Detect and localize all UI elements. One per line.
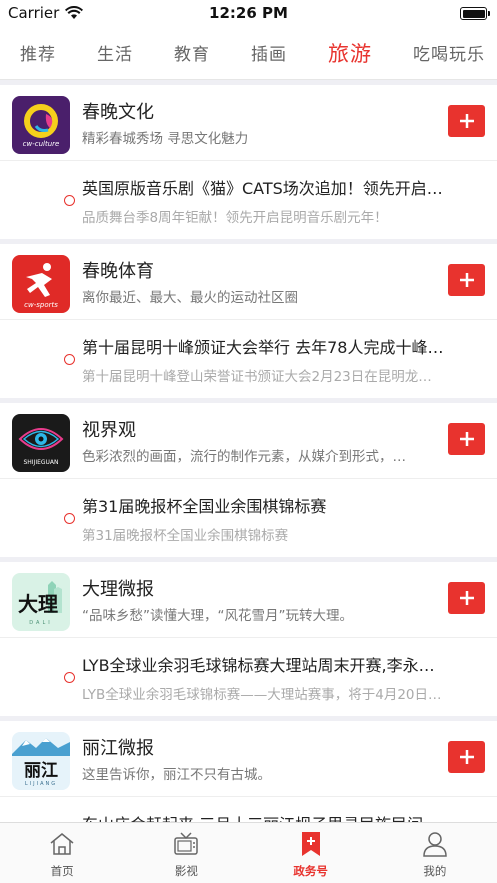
- account-desc: 这里告诉你，丽江不只有古城。: [82, 767, 271, 783]
- plus-icon: [459, 432, 474, 446]
- account-logo: 大理 DALI: [12, 573, 70, 631]
- account-card: 丽江 LIJIANG 丽江微报 这里告诉你，丽江不只有古城。 东山庙会赶起来 三…: [0, 721, 497, 822]
- account-card: cw-culture 春晚文化 精彩春城秀场 寻思文化魅力 英国原版音乐剧《猫》…: [0, 85, 497, 239]
- news-title: 英国原版音乐剧《猫》CATS场次追加！领先开启…: [82, 179, 443, 198]
- add-button[interactable]: [448, 582, 485, 614]
- home-icon: [50, 833, 74, 855]
- account-card: SHIJIEGUAN 视界观 色彩浓烈的画面，流行的制作元素，从媒介到形式，… …: [0, 403, 497, 557]
- news-item[interactable]: LYB全球业余羽毛球锦标赛大理站周末开赛,李永… LYB全球业余羽毛球锦标赛——…: [0, 638, 497, 716]
- status-bar: Carrier 12:26 PM: [0, 0, 497, 26]
- account-header[interactable]: cw-culture 春晚文化 精彩春城秀场 寻思文化魅力: [0, 85, 497, 161]
- news-summary: 第31届晚报杯全国业余围棋锦标赛: [82, 528, 289, 544]
- account-name: 视界观: [82, 420, 136, 441]
- clock: 12:26 PM: [209, 4, 288, 22]
- news-title: 东山庙会赶起来 三月十三丽江坝子里寻民族民间…: [82, 811, 470, 822]
- user-icon: [423, 832, 447, 857]
- bullet-dot-icon: [64, 672, 75, 683]
- news-summary: 品质舞台季8周年钜献！领先开启昆明音乐剧元年！: [82, 210, 388, 226]
- add-button[interactable]: [448, 423, 485, 455]
- add-button[interactable]: [448, 741, 485, 773]
- news-item[interactable]: 英国原版音乐剧《猫》CATS场次追加！领先开启… 品质舞台季8周年钜献！领先开启…: [0, 161, 497, 239]
- bullet-dot-icon: [64, 195, 75, 206]
- account-card: 大理 DALI 大理微报 “品味乡愁”读懂大理，“风花雪月”玩转大理。 LYB全…: [0, 562, 497, 716]
- account-name: 春晚体育: [82, 261, 154, 282]
- account-feed[interactable]: cw-culture 春晚文化 精彩春城秀场 寻思文化魅力 英国原版音乐剧《猫》…: [0, 80, 497, 822]
- bullet-dot-icon: [64, 354, 75, 365]
- bookmark-plus-icon: [301, 832, 320, 856]
- account-logo: cw-sports: [12, 255, 70, 313]
- svg-text:丽江: 丽江: [24, 761, 58, 781]
- add-button[interactable]: [448, 264, 485, 296]
- account-desc: “品味乡愁”读懂大理，“风花雪月”玩转大理。: [82, 608, 353, 624]
- account-header[interactable]: 丽江 LIJIANG 丽江微报 这里告诉你，丽江不只有古城。: [0, 721, 497, 797]
- category-tabs: 推荐 生活 教育 插画 旅游 吃喝玩乐: [0, 26, 497, 80]
- tv-icon: [174, 832, 199, 855]
- account-header[interactable]: SHIJIEGUAN 视界观 色彩浓烈的画面，流行的制作元素，从媒介到形式，…: [0, 403, 497, 479]
- svg-text:大理: 大理: [18, 592, 58, 616]
- tab-food-fun[interactable]: 吃喝玩乐: [413, 40, 485, 65]
- plus-icon: [459, 114, 474, 128]
- news-title: LYB全球业余羽毛球锦标赛大理站周末开赛,李永…: [82, 656, 435, 675]
- plus-icon: [459, 591, 474, 605]
- nav-profile-label: 我的: [423, 864, 447, 878]
- account-desc: 精彩春城秀场 寻思文化魅力: [82, 131, 249, 147]
- account-desc: 离你最近、最大、最火的运动社区圈: [82, 290, 298, 306]
- account-name: 大理微报: [82, 579, 154, 600]
- bottom-nav: 首页 影视 政务号 我的: [0, 822, 497, 883]
- news-item[interactable]: 东山庙会赶起来 三月十三丽江坝子里寻民族民间…: [0, 797, 497, 822]
- nav-video-label: 影视: [174, 864, 198, 878]
- news-title: 第十届昆明十峰颁证大会举行 去年78人完成十峰…: [82, 338, 444, 357]
- nav-gov-accounts[interactable]: 政务号: [249, 823, 373, 883]
- account-logo: 丽江 LIJIANG: [12, 732, 70, 790]
- add-button[interactable]: [448, 105, 485, 137]
- account-logo: SHIJIEGUAN: [12, 414, 70, 472]
- nav-video[interactable]: 影视: [124, 823, 248, 883]
- bullet-dot-icon: [64, 513, 75, 524]
- plus-icon: [459, 273, 474, 287]
- account-name: 丽江微报: [82, 738, 154, 759]
- svg-text:cw-culture: cw-culture: [23, 140, 60, 148]
- account-desc: 色彩浓烈的画面，流行的制作元素，从媒介到形式，…: [82, 449, 406, 465]
- tab-life[interactable]: 生活: [97, 40, 133, 65]
- nav-gov-accounts-label: 政务号: [293, 864, 328, 878]
- news-title: 第31届晚报杯全国业余围棋锦标赛: [82, 497, 327, 516]
- news-item[interactable]: 第31届晚报杯全国业余围棋锦标赛 第31届晚报杯全国业余围棋锦标赛: [0, 479, 497, 557]
- nav-home-label: 首页: [50, 864, 74, 878]
- tab-travel[interactable]: 旅游: [328, 38, 372, 68]
- battery-icon: [460, 7, 490, 20]
- nav-home[interactable]: 首页: [0, 823, 124, 883]
- account-logo: cw-culture: [12, 96, 70, 154]
- plus-icon: [459, 750, 474, 764]
- tab-education[interactable]: 教育: [174, 40, 210, 65]
- svg-text:SHIJIEGUAN: SHIJIEGUAN: [23, 459, 58, 466]
- news-item[interactable]: 第十届昆明十峰颁证大会举行 去年78人完成十峰… 第十届昆明十峰登山荣誉证书颁证…: [0, 320, 497, 398]
- tab-recommend[interactable]: 推荐: [20, 40, 56, 65]
- svg-text:cw-sports: cw-sports: [24, 301, 58, 309]
- svg-text:DALI: DALI: [29, 620, 52, 626]
- news-summary: LYB全球业余羽毛球锦标赛——大理站赛事，将于4月20日…: [82, 687, 442, 703]
- svg-text:LIJIANG: LIJIANG: [25, 781, 57, 787]
- account-card: cw-sports 春晚体育 离你最近、最大、最火的运动社区圈 第十届昆明十峰颁…: [0, 244, 497, 398]
- account-header[interactable]: cw-sports 春晚体育 离你最近、最大、最火的运动社区圈: [0, 244, 497, 320]
- account-name: 春晚文化: [82, 102, 154, 123]
- account-header[interactable]: 大理 DALI 大理微报 “品味乡愁”读懂大理，“风花雪月”玩转大理。: [0, 562, 497, 638]
- tab-illustration[interactable]: 插画: [251, 40, 287, 65]
- news-summary: 第十届昆明十峰登山荣誉证书颁证大会2月23日在昆明龙…: [82, 369, 432, 385]
- nav-profile[interactable]: 我的: [373, 823, 497, 883]
